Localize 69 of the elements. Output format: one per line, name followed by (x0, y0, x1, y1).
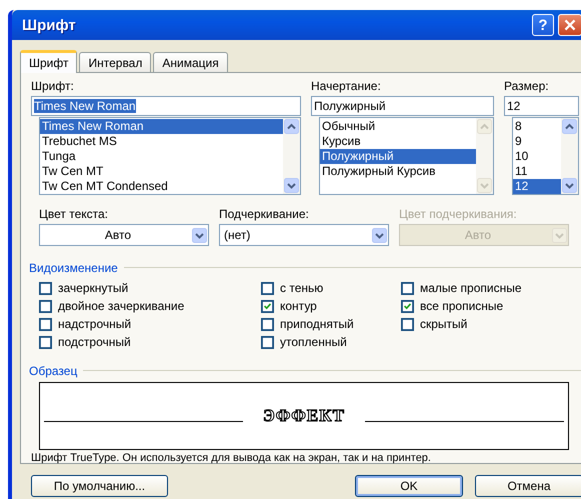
checkbox[interactable] (261, 336, 274, 348)
dialog-button[interactable]: OK (355, 475, 463, 497)
checkbox-label: подстрочный (58, 335, 131, 349)
group-title: Образец (29, 364, 78, 378)
checkbox-label: зачеркнутый (58, 281, 128, 295)
checkbox-label: утопленный (280, 335, 347, 349)
list-item[interactable]: 9 (513, 134, 561, 149)
close-icon[interactable] (558, 14, 581, 36)
list-item[interactable]: Times New Roman (40, 119, 283, 134)
checkbox-label: надстрочный (58, 317, 132, 331)
list-item[interactable]: Trebuchet MS (40, 134, 283, 149)
group-title: Видоизменение (29, 260, 118, 274)
field-label: Начертание: (311, 79, 382, 94)
list-item[interactable]: Полужирный Курсив (320, 164, 476, 179)
checkbox-label: приподнятый (280, 317, 354, 331)
scroll-up-icon[interactable] (562, 119, 577, 134)
checkbox[interactable] (39, 318, 52, 330)
list-item[interactable]: Tunga (40, 149, 283, 164)
dropdown[interactable]: (нет) (219, 224, 389, 246)
dialog-button[interactable]: По умолчанию... (31, 475, 168, 497)
checkbox[interactable] (261, 282, 274, 294)
field-label: Подчеркивание: (219, 207, 310, 222)
preview-text: ЭФФЕКТ (263, 406, 345, 426)
checkbox-label: скрытый (420, 317, 468, 331)
checkbox[interactable] (401, 300, 414, 312)
scroll-down-icon[interactable] (192, 228, 207, 242)
list-item[interactable]: Обычный (320, 119, 476, 134)
checkbox[interactable] (39, 300, 52, 312)
font-note: Шрифт TrueType. Он используется для вывода как на экран, так и на принтер. (31, 452, 432, 464)
scroll-down-icon[interactable] (372, 228, 387, 242)
tab[interactable]: Интервал (79, 52, 152, 72)
list-item[interactable]: 11 (513, 164, 561, 179)
scroll-down-icon[interactable] (284, 178, 299, 193)
help-button[interactable]: ? (532, 14, 554, 36)
list-item[interactable]: Полужирный (320, 149, 476, 164)
checkbox-label: малые прописные (420, 281, 522, 295)
checkbox[interactable] (261, 300, 274, 312)
field-label: Цвет подчеркивания: (399, 207, 518, 222)
tab[interactable]: Анимация (153, 52, 228, 72)
checkbox[interactable] (261, 318, 274, 330)
list-box[interactable]: Times New Roman Trebuchet MS Tunga Tw Cen MT Tw Cen MT Condensed (39, 117, 301, 195)
tab[interactable]: Шрифт (20, 50, 78, 73)
checkbox[interactable] (39, 336, 52, 348)
field-label: Размер: (504, 79, 550, 94)
list-item[interactable]: Tw Cen MT Condensed (40, 179, 283, 194)
checkbox[interactable] (401, 282, 414, 294)
input-field[interactable]: 12 (504, 96, 579, 116)
window-title: Шрифт (22, 16, 77, 34)
field-label: Цвет текста: (39, 207, 110, 222)
checkbox-label: контур (280, 299, 317, 313)
scroll-down-icon[interactable] (562, 178, 577, 193)
checkbox[interactable] (401, 318, 414, 330)
list-item[interactable]: Tw Cen MT (40, 164, 283, 179)
list-box[interactable]: 8 9 10 11 12 (512, 117, 579, 195)
list-box[interactable]: Обычный Курсив Полужирный Полужирный Курсив (319, 117, 494, 195)
list-item[interactable]: 8 (513, 119, 561, 134)
list-item[interactable]: 10 (513, 149, 561, 164)
field-label: Шрифт: (31, 79, 75, 94)
input-field[interactable]: Полужирный (311, 96, 494, 116)
checkbox-label: все прописные (420, 299, 504, 313)
checkbox-label: двойное зачеркивание (58, 299, 184, 313)
dropdown[interactable]: Авто (39, 224, 209, 246)
input-field[interactable]: Times New Roman (31, 96, 301, 116)
scroll-up-icon[interactable] (284, 119, 299, 134)
list-item[interactable]: Курсив (320, 134, 476, 149)
dialog-button[interactable]: Отмена (475, 475, 581, 497)
checkbox-label: с тенью (280, 281, 324, 295)
checkbox[interactable] (39, 282, 52, 294)
list-item[interactable]: 12 (513, 179, 561, 194)
